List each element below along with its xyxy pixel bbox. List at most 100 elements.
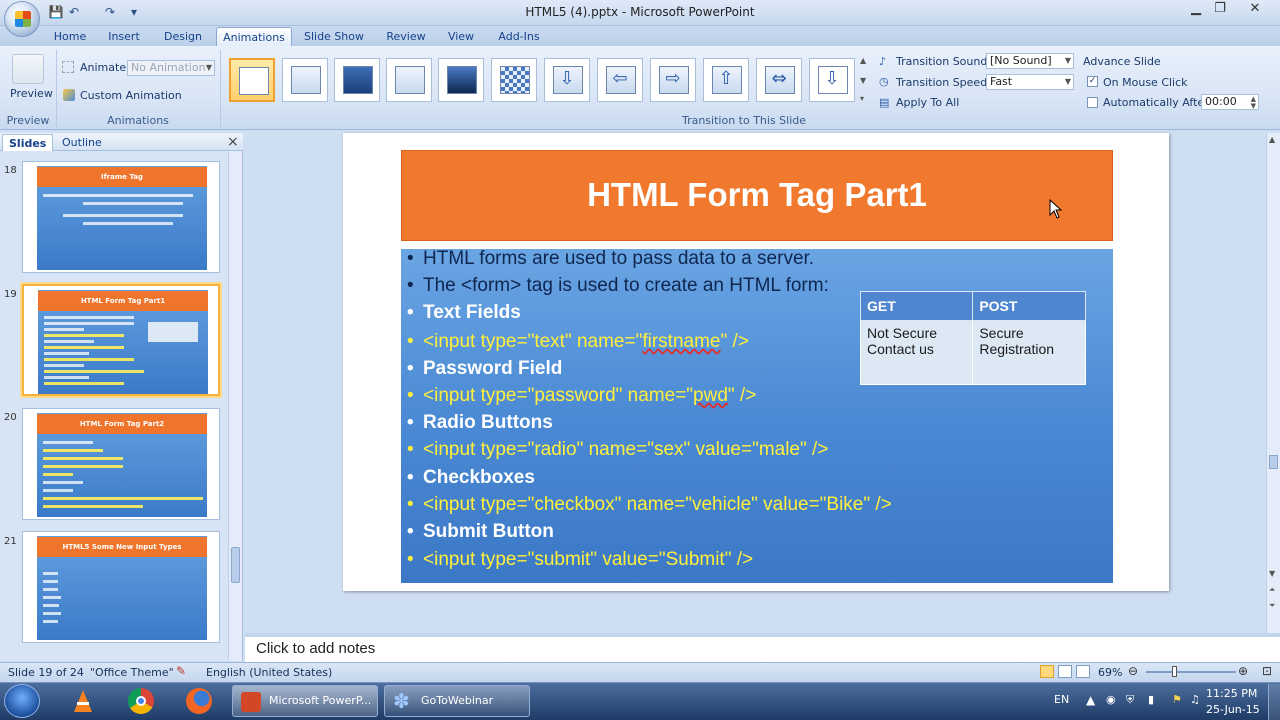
zoom-slider[interactable] [1146, 671, 1236, 673]
transition-split-thumb[interactable]: ⇔ [756, 58, 802, 102]
chevron-down-icon: ▼ [1064, 77, 1071, 86]
taskbar-gotowebinar-button[interactable]: ✽ GoToWebinar [384, 685, 530, 717]
tab-view[interactable]: View [442, 27, 480, 46]
tab-add-ins[interactable]: Add-Ins [494, 27, 544, 46]
separator [220, 50, 221, 128]
auto-after-spinner[interactable]: 00:00 ▲ ▼ [1201, 94, 1259, 110]
gallery-scroll-down-icon[interactable]: ▼ [860, 76, 866, 85]
slide-thumbnail-18[interactable]: Iframe Tag [22, 161, 220, 273]
slide-number: 20 [4, 412, 17, 423]
transition-cut-black-thumb[interactable] [438, 58, 484, 102]
close-button[interactable]: ✕ [1240, 0, 1270, 18]
table-cell-post: Secure Registration [972, 320, 1086, 385]
bullet-item: • HTML forms are used to pass data to a s… [407, 248, 815, 269]
clock-time[interactable]: 11:25 PM [1206, 687, 1257, 700]
transition-dissolve-thumb[interactable] [491, 58, 537, 102]
advance-slide-label: Advance Slide [1083, 55, 1161, 68]
custom-animation-button[interactable]: Custom Animation [80, 89, 182, 102]
transition-speed-select[interactable]: Fast ▼ [986, 74, 1074, 90]
slide-thumbnail-21[interactable]: HTML5 Some New Input Types [22, 531, 220, 643]
animate-select[interactable]: No Animation ▼ [127, 60, 215, 76]
tab-slides[interactable]: Slides [2, 134, 54, 151]
transition-sound-select[interactable]: [No Sound] ▼ [986, 53, 1074, 69]
theme-name: "Office Theme" [90, 666, 174, 679]
spinner-arrows-icon: ▲ ▼ [1250, 95, 1256, 110]
slide-title[interactable]: HTML Form Tag Part1 [401, 150, 1113, 241]
apply-all-icon: ▤ [879, 96, 890, 109]
office-button[interactable] [4, 1, 40, 37]
transition-wipe-down-thumb[interactable]: ⇩ [544, 58, 590, 102]
tab-design[interactable]: Design [158, 27, 208, 46]
clock-date[interactable]: 25-Jun-15 [1206, 703, 1260, 716]
bullet-item: • Checkboxes [407, 467, 535, 488]
zoom-in-icon[interactable]: ⊕ [1238, 664, 1248, 678]
powerpoint-icon [241, 692, 261, 712]
vlc-icon[interactable] [70, 688, 96, 714]
group-label-animations: Animations [107, 114, 169, 127]
normal-view-icon[interactable] [1040, 665, 1054, 678]
apply-to-all-button[interactable]: Apply To All [896, 96, 959, 109]
get-post-table[interactable]: GET POST Not Secure Contact us Secure Regi… [859, 291, 1086, 385]
transition-wipe-right-thumb[interactable]: ⇨ [650, 58, 696, 102]
fit-window-icon[interactable]: ⊡ [1262, 664, 1272, 678]
auto-after-checkbox[interactable] [1087, 97, 1098, 108]
zoom-slider-thumb[interactable] [1172, 666, 1177, 677]
gallery-scroll-up-icon[interactable]: ▲ [860, 56, 866, 65]
tab-review[interactable]: Review [382, 27, 430, 46]
tab-home[interactable]: Home [50, 27, 90, 46]
slide-thumbnail-20[interactable]: HTML Form Tag Part2 [22, 408, 220, 520]
table-header-get: GET [859, 291, 974, 321]
slide-number: 18 [4, 165, 17, 176]
thumb-title: Iframe Tag [37, 167, 207, 187]
slide-number: 21 [4, 536, 17, 547]
tab-insert[interactable]: Insert [102, 27, 146, 46]
zoom-out-icon[interactable]: ⊖ [1128, 664, 1138, 678]
transition-none-thumb[interactable] [229, 58, 275, 102]
bullet-item: • The <form> tag is used to create an HTM… [407, 275, 829, 296]
preview-button[interactable]: Preview [10, 87, 53, 100]
transition-wipe-up-thumb[interactable]: ⇧ [703, 58, 749, 102]
on-mouse-click-checkbox[interactable]: ✓ [1087, 76, 1098, 87]
taskbar-powerpoint-button[interactable]: Microsoft PowerP... [232, 685, 378, 717]
spellcheck-word: pwd [693, 385, 728, 406]
restore-button[interactable]: ❐ [1205, 0, 1235, 18]
editor-scrollbar[interactable]: ▲ ▼ ⏶ ⏷ [1266, 133, 1280, 633]
slide-show-icon[interactable] [1076, 665, 1090, 678]
tray-security-icon[interactable]: ⛨ [1126, 693, 1134, 707]
tray-expand-icon[interactable]: ▲ [1086, 693, 1095, 707]
tab-animations[interactable]: Animations [216, 27, 292, 46]
tab-slide-show[interactable]: Slide Show [300, 27, 368, 46]
zoom-level[interactable]: 69% [1098, 666, 1122, 679]
thumb-title: HTML Form Tag Part2 [37, 414, 207, 434]
start-button[interactable] [4, 684, 40, 718]
pane-scroll-thumb[interactable] [231, 547, 240, 583]
mouse-cursor-icon [1049, 199, 1063, 219]
volume-icon[interactable]: ♫ [1190, 693, 1200, 706]
tray-app-icon[interactable]: ◉ [1106, 693, 1116, 706]
input-language[interactable]: EN [1054, 693, 1069, 706]
tab-outline[interactable]: Outline [56, 134, 108, 151]
editor-scroll-thumb[interactable] [1269, 455, 1278, 469]
transition-wipe-down2-thumb[interactable]: ⇩ [809, 58, 855, 102]
pane-scrollbar[interactable] [228, 151, 242, 661]
transition-wipe-left-thumb[interactable]: ⇦ [597, 58, 643, 102]
language-status[interactable]: English (United States) [206, 666, 332, 679]
bullet-item: • Password Field [407, 358, 563, 379]
slide-sorter-icon[interactable] [1058, 665, 1072, 678]
show-desktop-button[interactable] [1268, 684, 1280, 720]
firefox-icon[interactable] [186, 688, 212, 714]
network-icon[interactable]: ▮ [1148, 693, 1154, 706]
chrome-icon[interactable] [128, 688, 154, 714]
transition-fade-smoothly-thumb[interactable] [282, 58, 328, 102]
transition-fade-black-thumb[interactable] [334, 58, 380, 102]
notes-pane[interactable]: Click to add notes [245, 633, 1280, 662]
spellcheck-icon[interactable]: ✎ [176, 664, 186, 678]
slide-thumbnail-19[interactable]: HTML Form Tag Part1 [22, 284, 220, 396]
notification-flag-icon[interactable]: ⚑ [1172, 693, 1182, 706]
transition-cut-thumb[interactable] [386, 58, 432, 102]
close-pane-icon[interactable]: × [227, 134, 239, 150]
group-label-preview: Preview [6, 114, 50, 127]
transition-sound-label: Transition Sound: [896, 55, 992, 68]
arrow-right-icon: ⇨ [665, 68, 681, 89]
gallery-more-icon[interactable]: ▾ [860, 94, 864, 103]
